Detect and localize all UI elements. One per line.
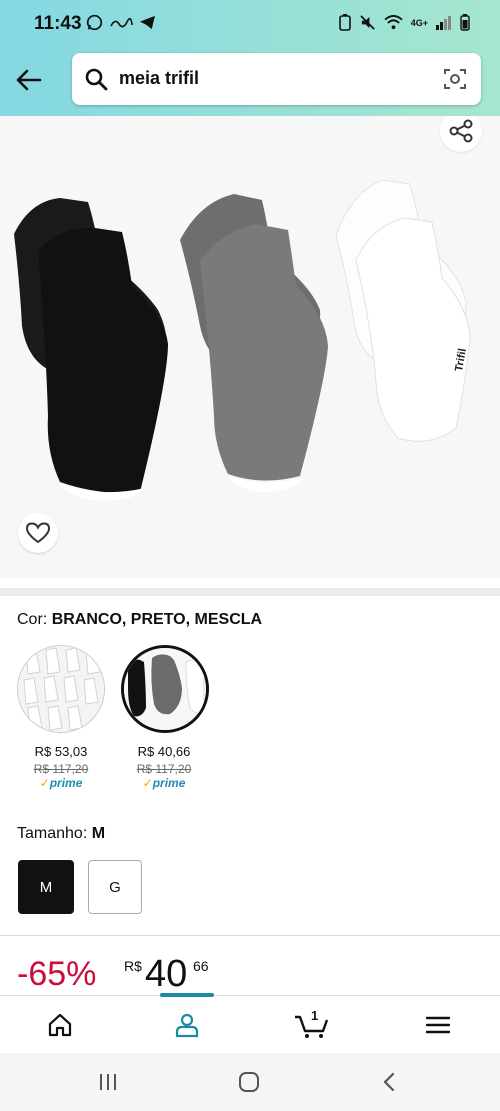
signal-icon [436,15,452,30]
size-value: M [91,825,106,842]
color-swatch-white[interactable] [17,645,105,733]
section-divider [0,588,500,596]
size-label: Tamanho: M [17,825,105,843]
swatch-2-price: R$ 40,66 [137,744,191,759]
black-sock-image [14,198,168,501]
nav-cart[interactable]: 1 [282,996,342,1054]
size-label-text: Tamanho: [17,825,88,842]
network-type: 4G+ [410,17,428,28]
swatch-selected-thumbnail [124,648,206,730]
home-icon [48,1013,72,1037]
white-sock-image: Trifil [335,179,471,442]
recent-apps-icon[interactable] [93,1070,123,1094]
wifi-icon [384,15,403,30]
grey-sock-image [180,194,328,493]
swatch-white-thumbnail [18,646,104,732]
status-time: 11:43 [34,13,82,34]
telegram-icon [139,15,156,30]
search-input[interactable]: meia trifil [119,68,199,89]
price-cents: 66 [193,958,209,974]
account-icon [175,1013,199,1038]
bottom-navigation: 1 [0,993,500,1054]
app-notification-icon [109,16,133,30]
prime-text: prime [152,776,186,790]
color-label-text: Cor: [17,611,48,628]
prime-check-icon: ✓ [39,776,50,790]
prime-check-icon: ✓ [142,776,153,790]
camera-search-icon[interactable] [443,67,467,96]
system-back-icon[interactable] [374,1070,404,1094]
whatsapp-icon [86,14,103,31]
status-system-icons: 4G+ [338,14,470,31]
system-navigation-bar [0,1053,500,1111]
size-option-m[interactable]: M [18,860,74,914]
search-bar[interactable]: meia trifil [72,53,481,105]
price-currency: R$ [124,958,142,974]
app-header: 11:43 4G+ meia trifil [0,0,500,116]
discount-percentage: -65% [17,955,97,993]
home-button-icon[interactable] [234,1070,264,1094]
mute-icon [359,14,376,31]
nav-account[interactable] [157,996,217,1054]
swatch-1-old-price: R$ 117,20 [33,762,89,776]
prime-text: prime [49,776,83,790]
wishlist-heart-icon[interactable] [18,513,58,553]
battery-saver-icon [338,14,351,31]
price-divider [0,935,500,936]
nav-home[interactable] [30,996,90,1054]
search-icon [84,67,108,96]
product-image[interactable]: Trifil [0,116,500,578]
socks-photo: Trifil [14,179,471,501]
nav-menu[interactable] [408,996,468,1054]
swatch-1-price: R$ 53,03 [34,744,88,759]
swatch-1-prime-badge: ✓prime [6,776,116,790]
swatch-2-prime-badge: ✓prime [109,776,219,790]
cart-count: 1 [311,1008,319,1023]
battery-icon [460,14,470,31]
color-swatch-selected[interactable] [121,645,209,733]
price-whole: 40 [145,953,188,995]
status-bar: 11:43 4G+ [0,0,500,50]
hamburger-menu-icon [426,1016,450,1034]
size-option-g[interactable]: G [88,860,142,914]
color-value: BRANCO, PRETO, MESCLA [51,611,263,628]
status-notification-icons [86,14,156,31]
back-arrow-icon[interactable] [14,66,44,94]
swatch-2-old-price: R$ 117,20 [136,762,192,776]
color-label: Cor: BRANCO, PRETO, MESCLA [17,611,262,629]
